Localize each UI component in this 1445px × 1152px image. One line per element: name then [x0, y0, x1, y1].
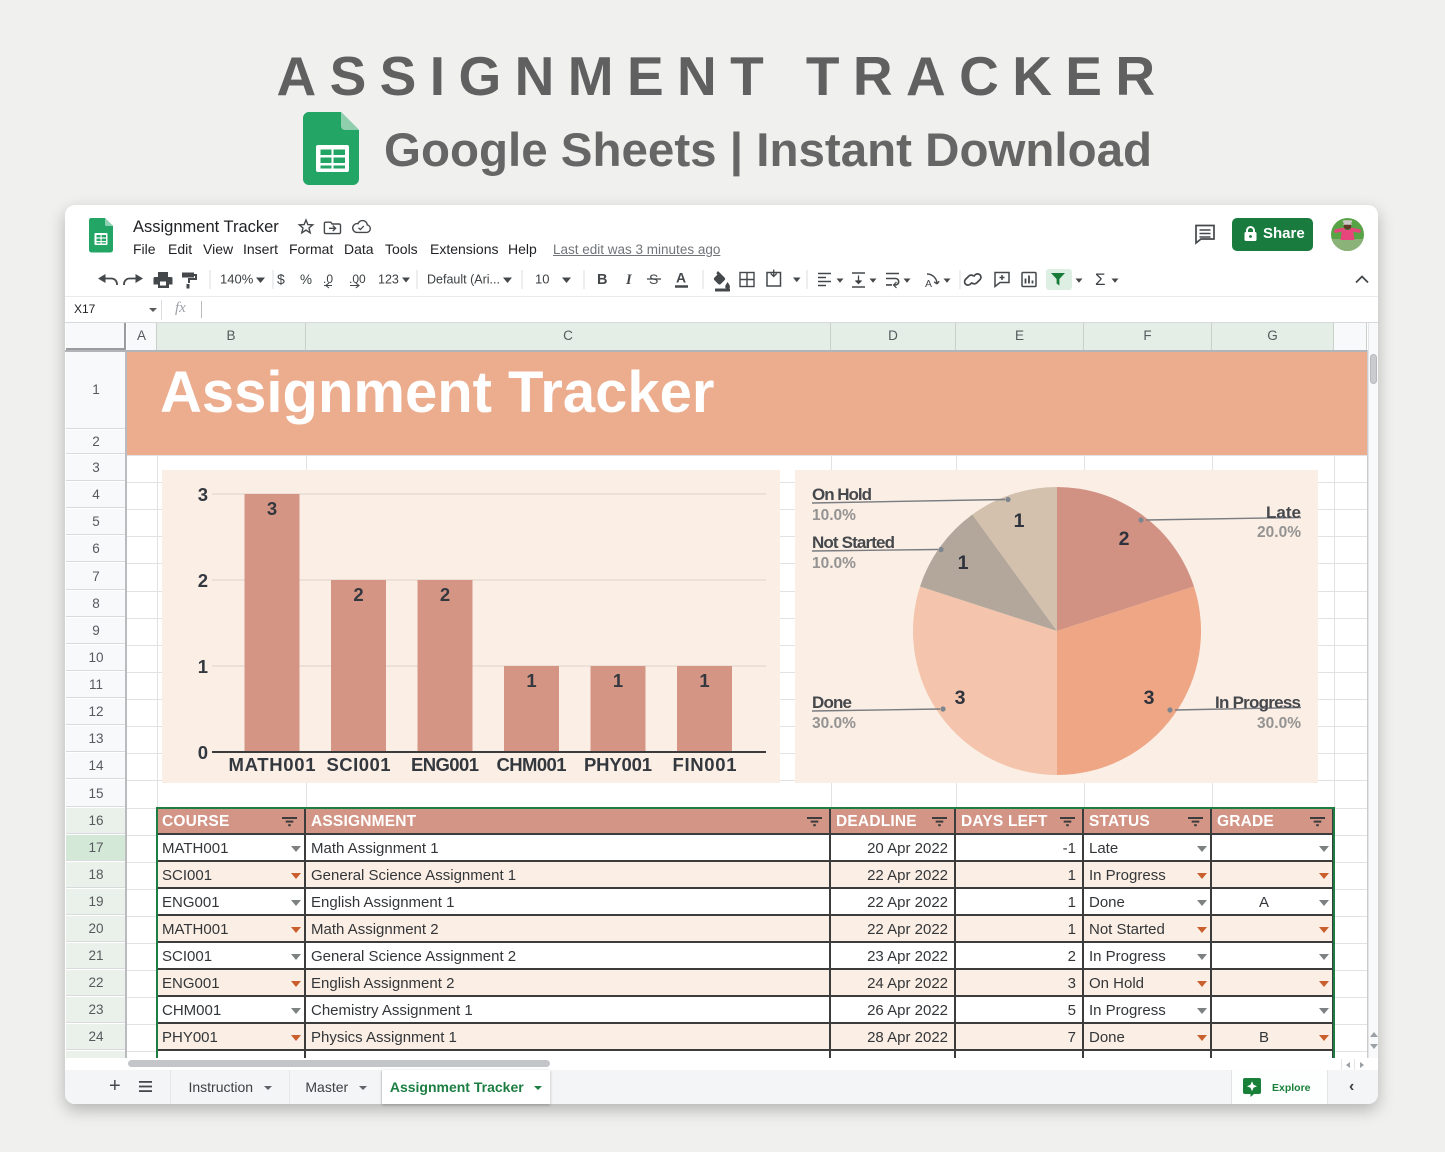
svg-text:1: 1 — [699, 670, 709, 691]
svg-text:140%: 140% — [220, 272, 254, 287]
svg-text:3: 3 — [267, 498, 277, 519]
svg-text:2: 2 — [353, 584, 363, 605]
svg-text:3: 3 — [198, 484, 208, 505]
svg-text:Late: Late — [1266, 503, 1301, 522]
svg-text:3: 3 — [1144, 687, 1155, 709]
svg-text:2: 2 — [440, 584, 450, 605]
svg-text:1: 1 — [613, 670, 623, 691]
svg-text:A: A — [925, 278, 932, 290]
svg-text:1: 1 — [198, 656, 208, 677]
svg-text:ENG001: ENG001 — [411, 754, 479, 775]
svg-text:Done: Done — [812, 693, 852, 712]
svg-text:A: A — [676, 270, 686, 286]
svg-text:2: 2 — [1119, 528, 1130, 550]
svg-text:123: 123 — [378, 273, 399, 287]
svg-text:Default (Ari...: Default (Ari... — [427, 273, 500, 287]
svg-text:3: 3 — [955, 687, 966, 709]
svg-text:%: % — [300, 272, 312, 287]
svg-text:30.0%: 30.0% — [1257, 715, 1301, 732]
svg-text:MATH001: MATH001 — [229, 754, 316, 775]
svg-text:FIN001: FIN001 — [673, 754, 737, 775]
svg-text:10: 10 — [535, 272, 549, 287]
svg-text:1: 1 — [958, 552, 969, 574]
svg-text:On Hold: On Hold — [812, 485, 872, 504]
svg-text:10.0%: 10.0% — [812, 555, 856, 572]
svg-text:30.0%: 30.0% — [812, 715, 856, 732]
svg-text:2: 2 — [198, 570, 208, 591]
svg-text:10.0%: 10.0% — [812, 507, 856, 524]
svg-text:Not Started: Not Started — [812, 533, 895, 552]
svg-text:Σ: Σ — [1095, 270, 1106, 289]
svg-text:1: 1 — [526, 670, 536, 691]
svg-text:$: $ — [277, 271, 285, 287]
svg-text:1: 1 — [1014, 510, 1025, 532]
svg-text:PHY001: PHY001 — [584, 754, 652, 775]
svg-text:I: I — [625, 272, 633, 288]
svg-text:SCI001: SCI001 — [327, 754, 391, 775]
svg-text:B: B — [597, 272, 607, 288]
svg-text:0: 0 — [198, 742, 208, 763]
svg-text:CHM001: CHM001 — [497, 754, 567, 775]
svg-text:In Progress: In Progress — [1215, 693, 1301, 712]
svg-text:20.0%: 20.0% — [1257, 524, 1301, 541]
